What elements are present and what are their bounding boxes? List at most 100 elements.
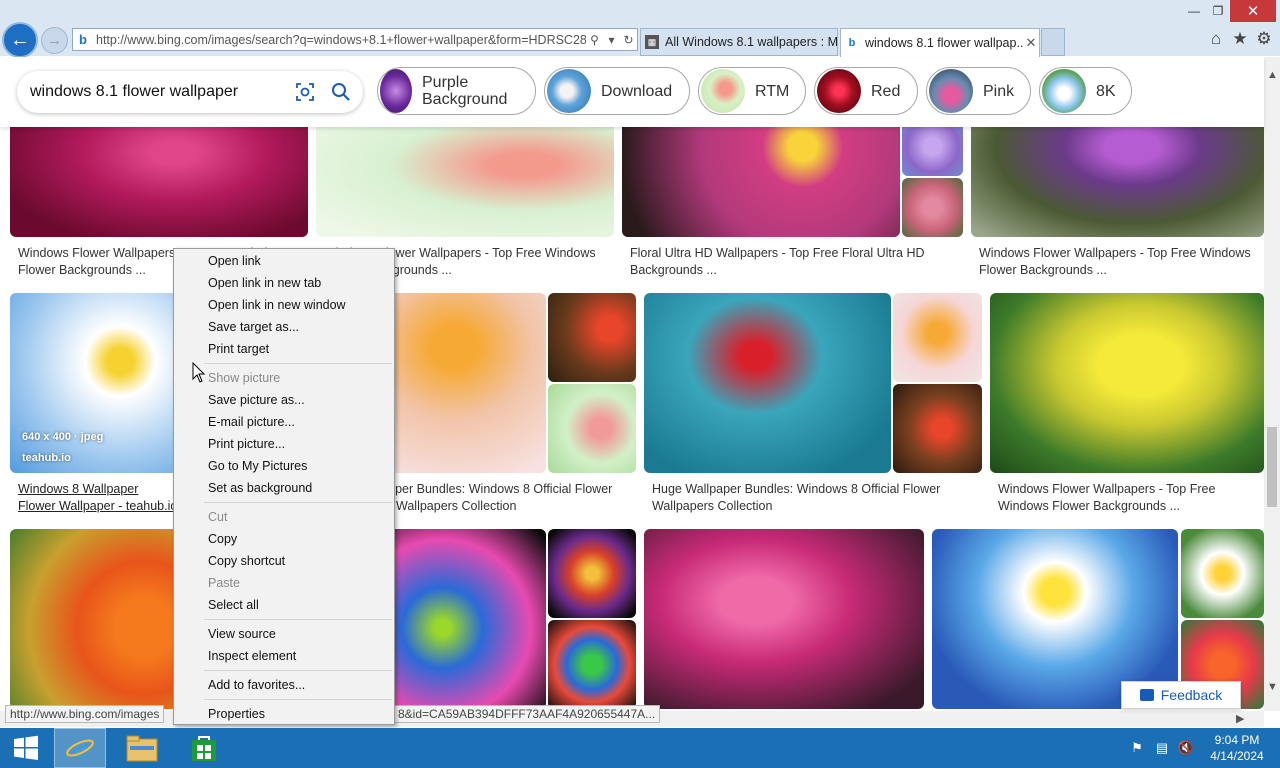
search-icon[interactable] bbox=[329, 80, 353, 104]
image-source-label[interactable]: teahub.io bbox=[22, 452, 71, 464]
network-icon[interactable]: ▤ bbox=[1154, 740, 1170, 756]
home-icon[interactable]: ⌂ bbox=[1205, 28, 1227, 50]
chip-purple-background[interactable]: Purple Background bbox=[377, 67, 536, 115]
visual-search-icon[interactable] bbox=[293, 80, 317, 104]
address-bar[interactable]: b http://www.bing.com/images/search?q=wi… bbox=[72, 28, 638, 51]
menu-item-copy[interactable]: Copy bbox=[175, 528, 395, 550]
menu-item-go-to-my-pictures[interactable]: Go to My Pictures bbox=[175, 455, 395, 477]
gear-icon[interactable]: ⚙ bbox=[1253, 28, 1275, 50]
volume-muted-icon[interactable]: 🔇 bbox=[1178, 740, 1194, 756]
result-caption[interactable]: Huge Wallpaper Bundles: Windows 8 Offici… bbox=[652, 481, 952, 515]
chip-8k[interactable]: 8K bbox=[1039, 67, 1132, 115]
menu-item-email-picture[interactable]: E-mail picture... bbox=[175, 411, 395, 433]
menu-item-save-picture[interactable]: Save picture as... bbox=[175, 389, 395, 411]
menu-item-properties[interactable]: Properties bbox=[175, 703, 395, 725]
taskbar-internet-explorer[interactable]: e bbox=[54, 728, 106, 768]
menu-item-set-as-background[interactable]: Set as background bbox=[175, 477, 395, 499]
chip-label: 8K bbox=[1096, 82, 1116, 100]
store-icon bbox=[192, 736, 216, 761]
result-caption[interactable]: Windows Flower Wallpapers - Top Free Win… bbox=[979, 245, 1259, 279]
start-button[interactable] bbox=[0, 728, 52, 768]
window-close-button[interactable]: ✕ bbox=[1230, 0, 1276, 22]
menu-item-open-link[interactable]: Open link bbox=[175, 250, 395, 272]
chip-thumbnail bbox=[929, 69, 973, 113]
flag-icon[interactable]: ⚑ bbox=[1129, 740, 1145, 756]
menu-item-view-source[interactable]: View source bbox=[175, 623, 395, 645]
chip-label: RTM bbox=[755, 82, 790, 100]
result-caption[interactable]: Floral Ultra HD Wallpapers - Top Free Fl… bbox=[630, 245, 958, 279]
favorites-star-icon[interactable]: ★ bbox=[1229, 28, 1251, 50]
search-header: Purple Background Download RTM Red Pink … bbox=[0, 57, 1264, 127]
clock[interactable]: 9:04 PM 4/14/2024 bbox=[1204, 732, 1270, 764]
menu-item-inspect-element[interactable]: Inspect element bbox=[175, 645, 395, 667]
result-image[interactable] bbox=[548, 620, 636, 709]
new-tab-button[interactable] bbox=[1041, 28, 1065, 56]
dropdown-arrow-icon[interactable]: ▾ bbox=[603, 33, 620, 47]
restore-button[interactable]: ❐ bbox=[1204, 0, 1232, 22]
result-image[interactable] bbox=[902, 178, 963, 237]
internet-explorer-icon: e bbox=[66, 733, 94, 763]
image-size-label: 640 x 400 · jpeg bbox=[22, 431, 104, 443]
chip-rtm[interactable]: RTM bbox=[698, 67, 806, 115]
tab-label: windows 8.1 flower wallpap... bbox=[865, 36, 1023, 50]
chip-label: Pink bbox=[983, 82, 1015, 100]
vertical-scrollbar[interactable]: ▲ ▼ bbox=[1264, 57, 1280, 711]
result-image[interactable] bbox=[644, 293, 891, 473]
menu-item-open-link-new-window[interactable]: Open link in new window bbox=[175, 294, 395, 316]
result-image[interactable] bbox=[644, 529, 924, 709]
tab-label: All Windows 8.1 wallpapers : M... bbox=[665, 35, 837, 49]
chip-red[interactable]: Red bbox=[814, 67, 918, 115]
back-button[interactable]: ← bbox=[2, 22, 38, 58]
page-favicon-icon: ▦ bbox=[645, 35, 659, 49]
taskbar-file-explorer[interactable] bbox=[116, 728, 168, 768]
chip-thumbnail bbox=[380, 69, 412, 113]
result-image[interactable] bbox=[902, 127, 963, 176]
status-url: 8&id=CA59AB394DFFF73AAF4A920655447A... bbox=[393, 705, 661, 723]
result-image[interactable] bbox=[548, 293, 636, 382]
result-image[interactable] bbox=[990, 293, 1264, 473]
tab-close-icon[interactable]: ✕ bbox=[1023, 35, 1039, 51]
result-image[interactable] bbox=[548, 384, 636, 473]
address-text[interactable]: http://www.bing.com/images/search?q=wind… bbox=[93, 33, 586, 47]
chip-download[interactable]: Download bbox=[544, 67, 690, 115]
tab-all-windows-wallpapers[interactable]: ▦ All Windows 8.1 wallpapers : M... bbox=[640, 28, 838, 56]
result-image[interactable] bbox=[548, 529, 636, 618]
feedback-button[interactable]: Feedback bbox=[1121, 681, 1241, 709]
result-image[interactable] bbox=[1181, 529, 1264, 618]
menu-separator bbox=[204, 502, 392, 503]
chip-pink[interactable]: Pink bbox=[926, 67, 1031, 115]
scroll-right-icon[interactable]: ▶ bbox=[1236, 712, 1244, 725]
result-image[interactable] bbox=[971, 127, 1264, 237]
taskbar: e ⚑ ▤ 🔇 9:04 PM 4/14/2024 bbox=[0, 728, 1280, 768]
menu-item-add-to-favorites[interactable]: Add to favorites... bbox=[175, 674, 395, 696]
bing-favicon-icon: b bbox=[848, 37, 856, 49]
result-image[interactable] bbox=[893, 293, 982, 382]
search-box[interactable] bbox=[17, 71, 363, 113]
result-caption[interactable]: Windows Flower Wallpapers - Top Free Win… bbox=[998, 481, 1264, 515]
folder-icon bbox=[126, 735, 158, 762]
menu-item-select-all[interactable]: Select all bbox=[175, 594, 395, 616]
menu-separator bbox=[204, 363, 392, 364]
search-icon[interactable]: ⚲ bbox=[586, 33, 603, 47]
scroll-up-icon[interactable]: ▲ bbox=[1267, 69, 1278, 81]
menu-item-print-picture[interactable]: Print picture... bbox=[175, 433, 395, 455]
menu-item-copy-shortcut[interactable]: Copy shortcut bbox=[175, 550, 395, 572]
search-input[interactable] bbox=[17, 83, 293, 101]
result-caption[interactable]: Windows 8 Wallpaper Flower Wallpaper - t… bbox=[18, 481, 178, 515]
scroll-down-icon[interactable]: ▼ bbox=[1267, 681, 1278, 693]
result-image[interactable] bbox=[10, 127, 308, 237]
bing-favicon-icon: b bbox=[79, 32, 87, 47]
menu-item-open-link-new-tab[interactable]: Open link in new tab bbox=[175, 272, 395, 294]
refresh-icon[interactable]: ↻ bbox=[620, 33, 637, 47]
taskbar-store[interactable] bbox=[178, 728, 230, 768]
tab-flower-wallpaper[interactable]: b windows 8.1 flower wallpap... ✕ bbox=[840, 28, 1040, 57]
menu-separator bbox=[204, 699, 392, 700]
result-image[interactable] bbox=[316, 127, 614, 237]
forward-button[interactable]: → bbox=[41, 27, 68, 54]
result-image[interactable] bbox=[622, 127, 900, 237]
result-image[interactable] bbox=[893, 384, 982, 473]
menu-item-paste: Paste bbox=[208, 576, 240, 590]
menu-item-save-target[interactable]: Save target as... bbox=[175, 316, 395, 338]
menu-item-print-target[interactable]: Print target bbox=[175, 338, 395, 360]
scroll-thumb[interactable] bbox=[1267, 427, 1277, 507]
